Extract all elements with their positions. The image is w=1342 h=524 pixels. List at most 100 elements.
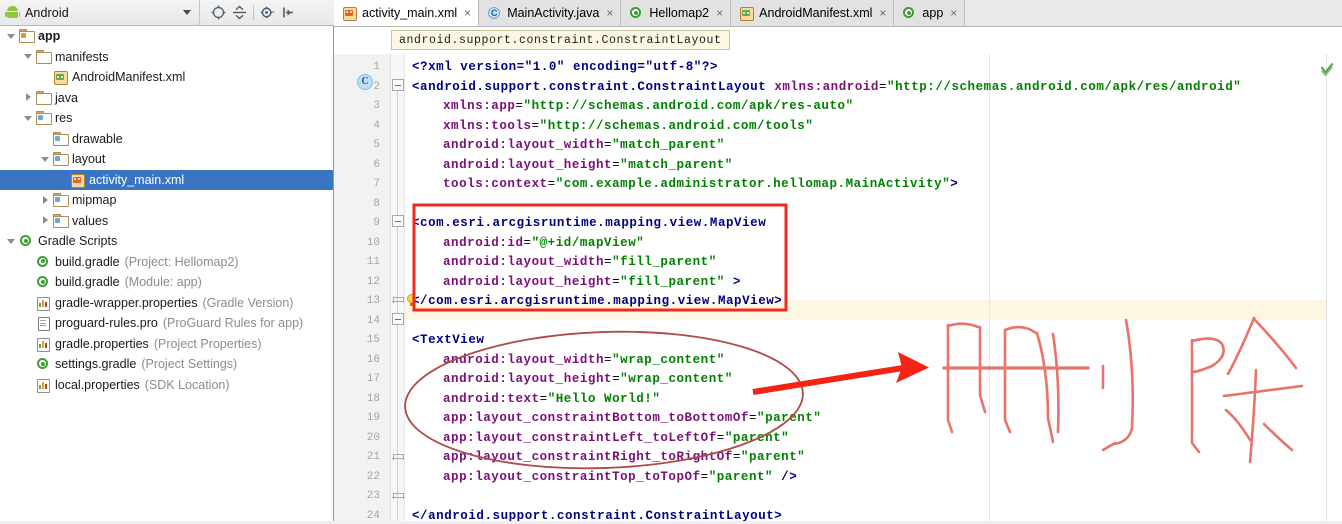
chevron-down-icon[interactable] <box>23 51 34 62</box>
code-token: android:layout_width <box>443 255 605 269</box>
code-line[interactable]: android:text="Hello World!" <box>443 390 660 410</box>
fold-end-line13 <box>392 297 404 306</box>
project-view-selector[interactable]: Android <box>0 0 200 25</box>
code-token: = <box>604 138 613 152</box>
android-robot-icon <box>5 6 20 19</box>
code-line[interactable]: tools:context="com.example.administrator… <box>443 175 958 195</box>
code-line[interactable]: android:layout_height="wrap_content" <box>443 370 733 390</box>
line-number: 23 <box>366 490 380 502</box>
ok-check-icon[interactable] <box>1320 62 1334 77</box>
chevron-down-icon[interactable] <box>23 113 34 124</box>
settings-gear-icon[interactable] <box>258 3 277 22</box>
folder-icon <box>36 49 52 64</box>
fold-toggle-line15[interactable] <box>392 313 404 325</box>
tree-item-build-gradle[interactable]: build.gradle (Project: Hellomap2) <box>0 252 333 273</box>
line-number: 10 <box>366 236 380 249</box>
editor-tab-label: Hellomap2 <box>649 6 710 20</box>
tree-item-java[interactable]: java <box>0 88 333 109</box>
class-marker-icon[interactable]: C <box>357 74 373 90</box>
project-file-tree[interactable]: app manifests AndroidManifest.xml java res dr… <box>0 26 333 524</box>
editor-tab-androidmanifest-xml[interactable]: AndroidManifest.xml × <box>731 0 895 26</box>
line-number: 5 <box>373 139 380 151</box>
code-line[interactable]: app:layout_constraintLeft_toLeftOf="pare… <box>443 429 789 449</box>
tree-item-app[interactable]: app <box>0 26 333 47</box>
tree-item-values[interactable]: values <box>0 211 333 232</box>
intention-bulb-icon[interactable] <box>407 294 417 306</box>
fold-toggle-line2[interactable] <box>392 79 404 91</box>
code-line[interactable]: android:layout_height="fill_parent" > <box>443 273 741 293</box>
project-panel-toolbar: Android <box>0 0 334 26</box>
tree-item-label: settings.gradle <box>55 357 137 372</box>
code-line[interactable]: <android.support.constraint.ConstraintLa… <box>412 78 1241 98</box>
line-number: 16 <box>366 353 380 366</box>
project-panel: Android app manifests AndroidManifest.xm… <box>0 0 334 524</box>
tree-item-manifests[interactable]: manifests <box>0 47 333 68</box>
tree-item-gradle-properties[interactable]: gradle.properties (Project Properties) <box>0 334 333 355</box>
close-icon[interactable]: × <box>464 7 471 19</box>
code-token: android:text <box>443 391 540 406</box>
code-editor[interactable]: 1234567891011121314151617181920212223242… <box>334 54 1342 524</box>
code-line[interactable]: xmlns:tools="http://schemas.android.com/… <box>443 117 813 137</box>
locate-target-icon[interactable] <box>209 3 228 22</box>
tree-item-res[interactable]: res <box>0 108 333 129</box>
tree-item-local-properties[interactable]: local.properties (SDK Location) <box>0 375 333 396</box>
tree-item-layout[interactable]: layout <box>0 149 333 170</box>
hide-panel-icon[interactable] <box>279 3 298 22</box>
chevron-down-icon[interactable] <box>183 10 191 15</box>
fold-toggle-line9[interactable] <box>392 215 404 227</box>
code-token: "parent" <box>740 450 806 464</box>
code-line[interactable]: app:layout_constraintTop_toTopOf="parent… <box>443 468 797 488</box>
editor-tab-activity-main-xml[interactable]: activity_main.xml × <box>334 0 480 26</box>
close-icon[interactable]: × <box>606 7 613 19</box>
breadcrumb-bar: android.support.constraint.ConstraintLay… <box>334 27 1342 54</box>
tree-item-androidmanifest-xml[interactable]: AndroidManifest.xml <box>0 67 333 88</box>
code-line[interactable]: android:layout_width="match_parent" <box>443 136 725 156</box>
collapse-all-icon[interactable] <box>230 3 249 22</box>
tree-item-gradle-scripts[interactable]: Gradle Scripts <box>0 231 333 252</box>
tree-item-build-gradle[interactable]: build.gradle (Module: app) <box>0 272 333 293</box>
editor-scroll-strip[interactable] <box>1326 54 1342 524</box>
close-icon[interactable]: × <box>879 7 886 19</box>
chevron-down-icon[interactable] <box>40 154 51 165</box>
code-line[interactable]: android:layout_width="fill_parent" <box>443 253 717 273</box>
project-toolbar-icons <box>208 3 299 22</box>
editor-tab-hellomap2[interactable]: Hellomap2 × <box>621 0 732 26</box>
chevron-right-icon[interactable] <box>23 92 34 103</box>
code-line[interactable]: app:layout_constraintRight_toRightOf="pa… <box>443 448 805 468</box>
code-line[interactable]: xmlns:app="http://schemas.android.com/ap… <box>443 97 854 117</box>
tree-item-settings-gradle[interactable]: settings.gradle (Project Settings) <box>0 354 333 375</box>
code-token: app:layout_constraintRight_toRightOf <box>443 450 733 464</box>
tree-item-drawable[interactable]: drawable <box>0 129 333 150</box>
tree-item-proguard-rules-pro[interactable]: proguard-rules.pro (ProGuard Rules for ap… <box>0 313 333 334</box>
tree-item-label: build.gradle <box>55 254 120 269</box>
tree-item-gradle-wrapper-properties[interactable]: gradle-wrapper.properties (Gradle Version… <box>0 293 333 314</box>
code-token: <?xml version="1.0" encoding="utf-8"?> <box>412 60 718 74</box>
code-line[interactable]: app:layout_constraintBottom_toBottomOf="… <box>443 409 821 429</box>
code-line[interactable]: android:layout_width="wrap_content" <box>443 351 725 371</box>
chevron-down-icon[interactable] <box>6 236 17 247</box>
code-line[interactable]: android:layout_height="match_parent" <box>443 156 733 176</box>
tree-item-label: layout <box>72 152 106 167</box>
close-icon[interactable]: × <box>950 7 957 19</box>
code-line[interactable]: <TextView <box>412 331 484 351</box>
line-number-gutter[interactable]: 1234567891011121314151617181920212223242… <box>334 54 391 524</box>
line-number: 17 <box>366 373 380 385</box>
tree-item-mipmap[interactable]: mipmap <box>0 190 333 211</box>
code-line[interactable]: <com.esri.arcgisruntime.mapping.view.Map… <box>412 214 766 234</box>
code-token: "fill_parent" <box>620 274 725 289</box>
code-line[interactable]: </com.esri.arcgisruntime.mapping.view.Ma… <box>412 292 782 312</box>
chevron-right-icon[interactable] <box>40 215 51 226</box>
code-line[interactable]: android:id="@+id/mapView" <box>443 234 644 254</box>
code-line[interactable]: <?xml version="1.0" encoding="utf-8"?> <box>412 58 718 78</box>
code-token: android:layout_width <box>443 138 605 152</box>
editor-tab-mainactivity-java[interactable]: C MainActivity.java × <box>479 0 622 26</box>
chevron-down-icon[interactable] <box>6 31 17 42</box>
editor-tab-app[interactable]: app × <box>894 0 966 26</box>
tree-item-activity-main-xml[interactable]: activity_main.xml <box>0 169 333 190</box>
code-token: = <box>604 255 613 269</box>
code-token: "fill_parent" <box>612 255 717 269</box>
close-icon[interactable]: × <box>716 7 723 19</box>
chevron-right-icon[interactable] <box>40 195 51 206</box>
breadcrumb[interactable]: android.support.constraint.ConstraintLay… <box>391 30 730 50</box>
